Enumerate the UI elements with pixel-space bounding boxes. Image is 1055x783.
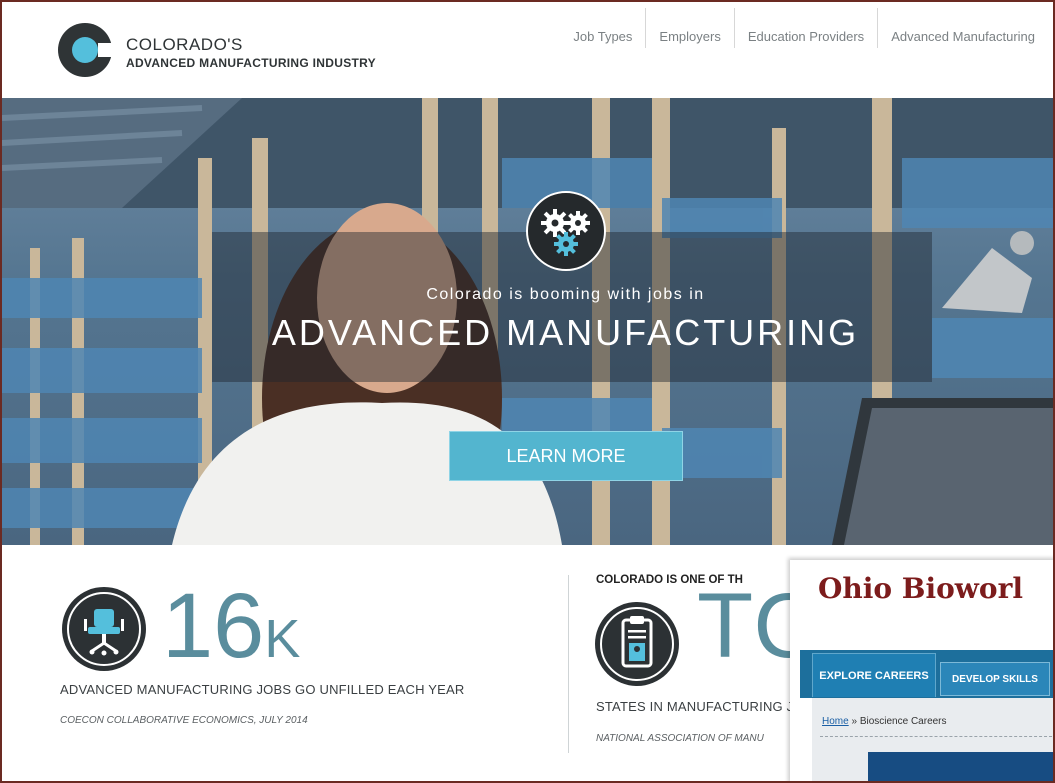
breadcrumb-home-link[interactable]: Home [822, 716, 849, 727]
stat-source: COECON COLLABORATIVE ECONOMICS, JULY 201… [60, 715, 308, 726]
logo-title[interactable]: COLORADO'S [126, 35, 243, 55]
main-nav: Job Types Employers Education Providers … [560, 8, 1047, 48]
clipboard-badge-icon [595, 602, 679, 686]
tab-explore-careers[interactable]: EXPLORE CAREERS [812, 653, 936, 697]
stat-number-unit: K [264, 609, 301, 669]
stat2-caption: STATES IN MANUFACTURING J [596, 699, 794, 714]
hero-banner: Colorado is booming with jobs in ADVANCE… [2, 98, 1053, 545]
logo-subtitle[interactable]: ADVANCED MANUFACTURING INDUSTRY [126, 56, 376, 70]
learn-more-button[interactable]: LEARN MORE [449, 431, 683, 481]
hero-subtitle: Colorado is booming with jobs in [426, 286, 705, 303]
office-chair-icon [62, 587, 146, 671]
stat-divider [568, 575, 569, 753]
gears-icon [526, 191, 606, 271]
nav-job-types[interactable]: Job Types [560, 8, 647, 48]
stat-caption: ADVANCED MANUFACTURING JOBS GO UNFILLED … [60, 682, 465, 697]
nav-education-providers[interactable]: Education Providers [735, 8, 879, 48]
stat-number-value: 16 [162, 575, 265, 677]
breadcrumb: Home » Bioscience Careers [822, 716, 947, 727]
site-header: COLORADO'S ADVANCED MANUFACTURING INDUST… [2, 2, 1053, 98]
hero-title: ADVANCED MANUFACTURING [271, 312, 860, 353]
breadcrumb-current: Bioscience Careers [859, 716, 947, 727]
nav-advanced-manufacturing[interactable]: Advanced Manufacturing [878, 8, 1047, 48]
stat-number: 16K [162, 580, 300, 672]
breadcrumb-divider [820, 736, 1053, 737]
tab-develop-skills[interactable]: DEVELOP SKILLS [940, 662, 1050, 696]
nav-employers[interactable]: Employers [646, 8, 735, 48]
ohio-bioworks-title: Ohio Bioworl [818, 572, 1023, 605]
breadcrumb-separator: » [848, 716, 860, 727]
logo-mark-icon[interactable] [57, 22, 113, 78]
screenshot-frame: COLORADO'S ADVANCED MANUFACTURING INDUST… [0, 0, 1055, 783]
stat2-source: NATIONAL ASSOCIATION OF MANU [596, 733, 764, 744]
ohio-content-panel [868, 752, 1053, 781]
ohio-bioworks-screenshot: Ohio Bioworl EXPLORE CAREERS DEVELOP SKI… [790, 560, 1053, 781]
